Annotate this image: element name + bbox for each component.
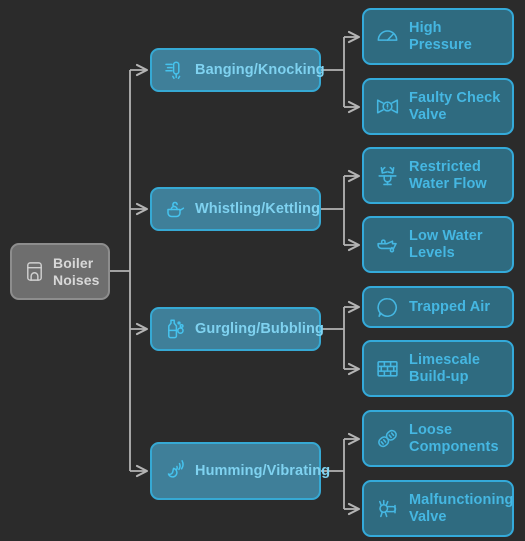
- air-bubble-icon: [373, 293, 401, 321]
- chain-link-icon: [373, 425, 401, 453]
- node-restricted-water-flow[interactable]: Restricted Water Flow: [362, 147, 514, 204]
- node-label: Restricted Water Flow: [409, 158, 487, 192]
- node-loose-components[interactable]: Loose Components: [362, 410, 514, 467]
- restricted-flow-icon: [373, 162, 401, 190]
- node-low-water-levels[interactable]: Low Water Levels: [362, 216, 514, 273]
- node-whistling-kettling[interactable]: Whistling/Kettling: [150, 187, 321, 231]
- node-boiler-noises[interactable]: Boiler Noises: [10, 243, 110, 300]
- node-trapped-air[interactable]: Trapped Air: [362, 286, 514, 328]
- node-label: Malfunctioning Valve: [409, 491, 514, 525]
- node-faulty-check-valve[interactable]: Faulty Check Valve: [362, 78, 514, 135]
- node-label: Trapped Air: [409, 298, 491, 315]
- vibration-icon: [162, 458, 188, 484]
- node-label: Banging/Knocking: [195, 61, 325, 78]
- boiler-icon: [21, 259, 47, 285]
- node-gurgling-bubbling[interactable]: Gurgling/Bubbling: [150, 307, 324, 351]
- node-label: Boiler Noises: [53, 255, 100, 288]
- node-limescale-build-up[interactable]: Limescale Build-up: [362, 340, 514, 397]
- valve-icon: [373, 495, 401, 523]
- node-label: Loose Components: [409, 421, 499, 455]
- check-valve-icon: [373, 93, 401, 121]
- hammer-impact-icon: [162, 57, 188, 83]
- node-label: High Pressure: [409, 19, 472, 53]
- node-label: Limescale Build-up: [409, 351, 481, 385]
- node-banging-knocking[interactable]: Banging/Knocking: [150, 48, 325, 92]
- mindmap-canvas: Boiler Noises Banging/Knocking High Pres…: [0, 0, 525, 541]
- brick-wall-icon: [373, 355, 401, 383]
- node-label: Low Water Levels: [409, 227, 483, 261]
- node-humming-vibrating[interactable]: Humming/Vibrating: [150, 442, 330, 500]
- kettle-icon: [162, 196, 188, 222]
- node-label: Whistling/Kettling: [195, 200, 321, 217]
- node-label: Humming/Vibrating: [195, 462, 331, 479]
- node-label: Gurgling/Bubbling: [195, 320, 324, 337]
- pressure-gauge-icon: [373, 23, 401, 51]
- node-malfunctioning-valve[interactable]: Malfunctioning Valve: [362, 480, 514, 537]
- water-can-icon: [373, 231, 401, 259]
- bubbling-bottle-icon: [162, 316, 188, 342]
- node-label: Faulty Check Valve: [409, 89, 501, 123]
- node-high-pressure[interactable]: High Pressure: [362, 8, 514, 65]
